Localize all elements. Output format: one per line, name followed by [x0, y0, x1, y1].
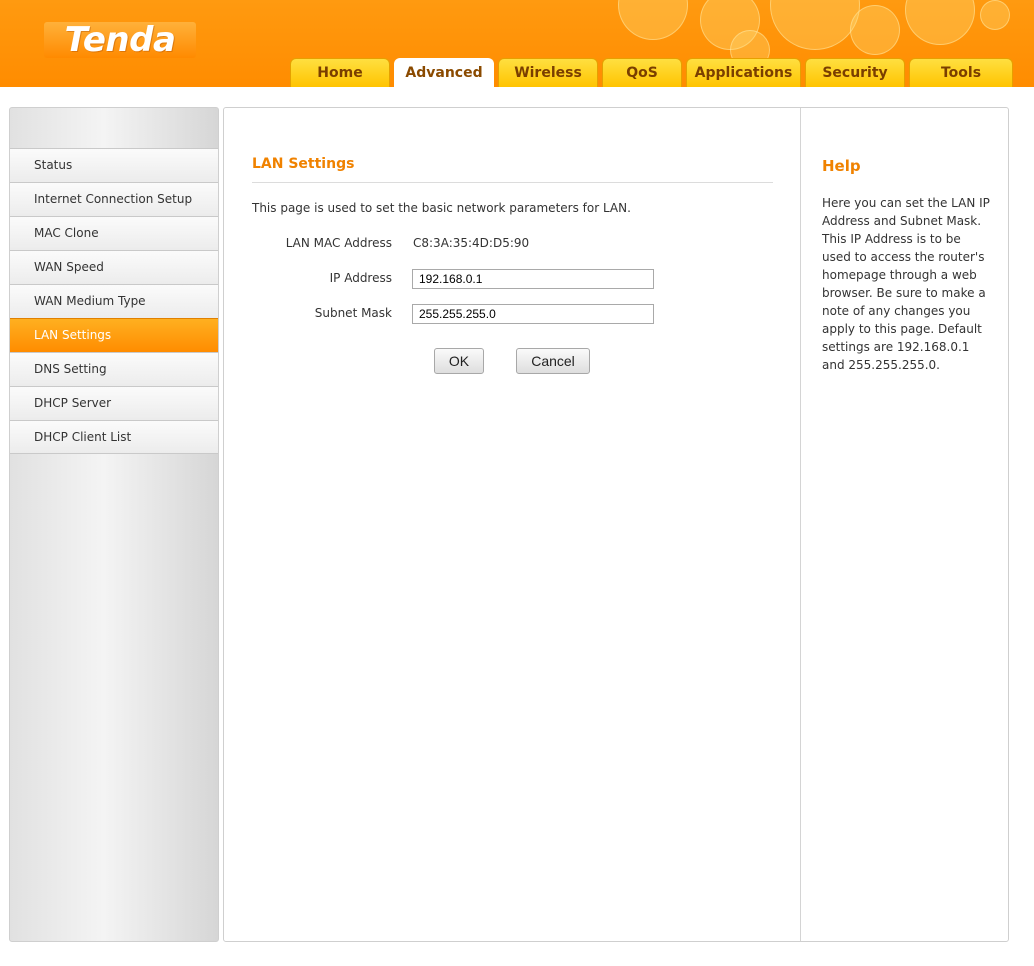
- sidebar-item-dhcp-server[interactable]: DHCP Server: [10, 386, 218, 420]
- subnet-mask-label: Subnet Mask: [314, 306, 392, 320]
- decor-bubble: [850, 5, 900, 55]
- decor-bubble: [770, 0, 860, 50]
- tab-qos[interactable]: QoS: [602, 58, 682, 87]
- decor-bubble: [905, 0, 975, 45]
- tab-advanced[interactable]: Advanced: [394, 58, 494, 87]
- ip-address-label: IP Address: [329, 271, 392, 285]
- sidebar: Status Internet Connection Setup MAC Clo…: [9, 107, 219, 942]
- mac-address-value: C8:3A:35:4D:D5:90: [413, 236, 530, 250]
- header-bar: Tenda Home Advanced Wireless QoS Applica…: [0, 0, 1034, 87]
- title-divider: [252, 182, 773, 183]
- tab-home[interactable]: Home: [290, 58, 390, 87]
- tab-wireless[interactable]: Wireless: [498, 58, 598, 87]
- sidebar-item-dhcp-client-list[interactable]: DHCP Client List: [10, 420, 218, 454]
- decor-bubble: [980, 0, 1010, 30]
- sidebar-item-lan-settings[interactable]: LAN Settings: [10, 318, 218, 352]
- ip-address-input[interactable]: [412, 269, 654, 289]
- help-text: Here you can set the LAN IP Address and …: [822, 196, 990, 372]
- sidebar-item-mac-clone[interactable]: MAC Clone: [10, 216, 218, 250]
- help-title: Help: [822, 157, 861, 175]
- help-divider: [800, 108, 801, 941]
- sidebar-menu: Status Internet Connection Setup MAC Clo…: [10, 148, 218, 454]
- main-nav-tabs: Home Advanced Wireless QoS Applications …: [290, 58, 1013, 87]
- mac-address-label: LAN MAC Address: [285, 236, 392, 250]
- sidebar-item-wan-medium-type[interactable]: WAN Medium Type: [10, 284, 218, 318]
- sidebar-item-wan-speed[interactable]: WAN Speed: [10, 250, 218, 284]
- subnet-mask-input[interactable]: [412, 304, 654, 324]
- sidebar-item-dns-setting[interactable]: DNS Setting: [10, 352, 218, 386]
- tab-tools[interactable]: Tools: [909, 58, 1013, 87]
- sidebar-item-internet-connection-setup[interactable]: Internet Connection Setup: [10, 182, 218, 216]
- ok-button[interactable]: OK: [434, 348, 484, 374]
- page-title: LAN Settings: [252, 156, 355, 172]
- tab-security[interactable]: Security: [805, 58, 905, 87]
- page-description: This page is used to set the basic netwo…: [252, 201, 631, 215]
- tenda-logo: Tenda: [44, 22, 196, 58]
- content-panel: LAN Settings This page is used to set th…: [223, 107, 1009, 942]
- sidebar-item-status[interactable]: Status: [10, 148, 218, 182]
- decor-bubble: [618, 0, 688, 40]
- cancel-button[interactable]: Cancel: [516, 348, 590, 374]
- tab-applications[interactable]: Applications: [686, 58, 801, 87]
